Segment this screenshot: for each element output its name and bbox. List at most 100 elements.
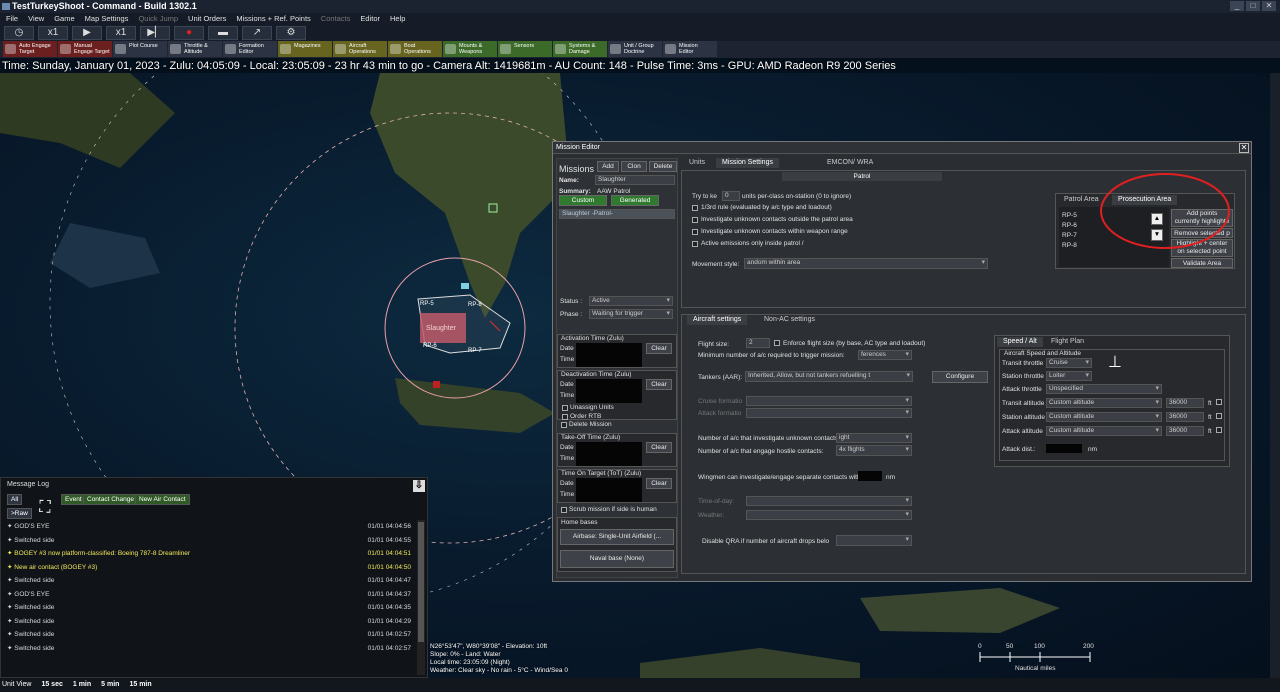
rp-list-item[interactable]: RP-7 <box>1062 232 1077 239</box>
order-rtb-checkbox[interactable] <box>562 414 568 420</box>
command-button-0[interactable]: Auto Engage Target <box>3 41 57 57</box>
rp-list-item[interactable]: RP-8 <box>1062 242 1077 249</box>
filter-new-air-contact-button[interactable]: New Air Contact <box>135 494 190 505</box>
command-button-4[interactable]: Formation Editor <box>223 41 277 57</box>
mission-list-item[interactable]: Slaughter -Patrol- <box>559 209 675 219</box>
tab-mission-settings[interactable]: Mission Settings <box>716 158 779 168</box>
menu-file[interactable]: File <box>6 13 18 25</box>
investigate-weapon-range-checkbox[interactable] <box>692 229 698 235</box>
configure-button[interactable]: Configure <box>932 371 988 383</box>
unit-view-label[interactable]: Unit View <box>2 678 31 692</box>
custom-button[interactable]: Custom <box>559 195 607 206</box>
menu-editor[interactable]: Editor <box>360 13 380 25</box>
log-entry[interactable]: ✦ GOD'S EYE 01/01 04:04:56 <box>1 520 417 534</box>
attack-formation-select[interactable] <box>746 408 912 418</box>
delete-mission-button[interactable]: Delete <box>649 161 677 172</box>
tab-non-ac-settings[interactable]: Non-AC settings <box>758 315 821 325</box>
tab-speed-alt[interactable]: Speed / Alt <box>997 337 1043 347</box>
clear-deactivation-button[interactable]: Clear <box>646 379 672 390</box>
close-icon[interactable]: ✕ <box>1239 143 1249 153</box>
play-icon[interactable]: ▶ <box>72 26 102 40</box>
transit-altitude-input[interactable]: 36000 <box>1166 398 1204 408</box>
movement-style-select[interactable]: andom within area <box>744 258 988 269</box>
log-entry[interactable]: ✦ GOD'S EYE 01/01 04:04:37 <box>1 588 417 602</box>
delete-mission-checkbox[interactable] <box>561 422 567 428</box>
log-entry[interactable]: ✦ BOGEY #3 now platform-classified: Boei… <box>1 547 417 561</box>
command-button-2[interactable]: Plot Course <box>113 41 167 57</box>
menu-map-settings[interactable]: Map Settings <box>85 13 129 25</box>
investigate-count-select[interactable]: ight <box>836 433 912 443</box>
message-log-scrollbar[interactable] <box>417 520 425 675</box>
tab-flight-plan[interactable]: Flight Plan <box>1045 337 1090 347</box>
filter-all-button[interactable]: All <box>7 494 23 505</box>
menu-unit-orders[interactable]: Unit Orders <box>188 13 226 25</box>
log-entry[interactable]: ✦ Switched side 01/01 04:04:29 <box>1 615 417 629</box>
add-mission-button[interactable]: Add <box>597 161 619 172</box>
investigate-outside-checkbox[interactable] <box>692 217 698 223</box>
clear-activation-button[interactable]: Clear <box>646 343 672 354</box>
units-on-station-input[interactable]: 0 <box>722 191 740 201</box>
active-emissions-checkbox[interactable] <box>692 241 698 247</box>
unassign-checkbox[interactable] <box>562 405 568 411</box>
min-ac-select[interactable]: ferences <box>858 350 912 360</box>
close-icon[interactable]: ✕ <box>1262 1 1276 11</box>
tankers-select[interactable]: Inherited, Allow, but not tankers refuel… <box>745 371 913 382</box>
station-throttle-select[interactable]: Loiter <box>1046 371 1092 381</box>
transit-alt-checkbox[interactable] <box>1216 399 1222 405</box>
maximize-icon[interactable]: □ <box>1246 1 1260 11</box>
aircraft-marker-icon[interactable] <box>461 283 469 289</box>
rp-list-item[interactable]: RP-6 <box>1062 222 1077 229</box>
command-button-6[interactable]: Aircraft Operations <box>333 41 387 57</box>
step-15min[interactable]: 15 min <box>129 678 151 692</box>
menu-contacts[interactable]: Contacts <box>321 13 351 25</box>
attack-alt-checkbox[interactable] <box>1216 427 1222 433</box>
menu-missions[interactable]: Missions + Ref. Points <box>236 13 310 25</box>
phase-select[interactable]: Waiting for trigger <box>589 309 673 319</box>
engage-count-select[interactable]: 4x flights <box>836 445 912 456</box>
attack-altitude-input[interactable]: 36000 <box>1166 426 1204 436</box>
validate-area-button[interactable]: Validate Area <box>1171 258 1233 268</box>
download-icon[interactable]: ⇩ <box>413 480 425 492</box>
station-alt-checkbox[interactable] <box>1216 413 1222 419</box>
transit-altitude-select[interactable]: Custom altitude <box>1046 398 1162 408</box>
tab-emcon[interactable]: EMCON/ WRA <box>821 158 879 168</box>
expand-icon[interactable]: ⛶ <box>33 498 57 518</box>
attack-dist-input[interactable] <box>1046 444 1082 453</box>
minimize-icon[interactable]: _ <box>1230 1 1244 11</box>
airbase-marker-icon[interactable] <box>433 381 440 388</box>
raw-button[interactable]: >Raw <box>7 508 32 519</box>
settings-gear-icon[interactable]: ⚙ <box>276 26 306 40</box>
one-third-rule-checkbox[interactable] <box>692 205 698 211</box>
menu-help[interactable]: Help <box>390 13 405 25</box>
enforce-flight-size-checkbox[interactable] <box>774 340 780 346</box>
status-select[interactable]: Active <box>589 296 673 306</box>
flight-size-input[interactable]: 2 <box>746 338 770 348</box>
command-button-10[interactable]: Systems & Damage <box>553 41 607 57</box>
tot-datetime-input[interactable] <box>576 478 642 502</box>
step-5min[interactable]: 5 min <box>101 678 119 692</box>
tab-aircraft-settings[interactable]: Aircraft settings <box>687 315 748 325</box>
log-entry[interactable]: ✦ Switched side 01/01 04:02:57 <box>1 628 417 642</box>
airbase-button[interactable]: Airbase: Single-Unit Airfield (... <box>560 529 674 545</box>
command-button-1[interactable]: Manual Engage Target <box>58 41 112 57</box>
vehicle-icon[interactable]: ▬ <box>208 26 238 40</box>
cruise-formation-select[interactable] <box>746 396 912 406</box>
step-15sec[interactable]: 15 sec <box>41 678 62 692</box>
menu-view[interactable]: View <box>28 13 44 25</box>
command-button-8[interactable]: Mounts & Weapons <box>443 41 497 57</box>
qra-select[interactable] <box>836 535 912 546</box>
log-entry[interactable]: ✦ Switched side 01/01 04:04:55 <box>1 534 417 548</box>
activation-datetime-input[interactable] <box>576 343 642 367</box>
log-entry[interactable]: ✦ Switched side 01/01 04:04:47 <box>1 574 417 588</box>
arrow-icon[interactable]: ↗ <box>242 26 272 40</box>
menu-quick-jump[interactable]: Quick Jump <box>138 13 178 25</box>
command-button-7[interactable]: Boat Operations <box>388 41 442 57</box>
station-altitude-select[interactable]: Custom altitude <box>1046 412 1162 422</box>
command-button-3[interactable]: Throttle & Altitude <box>168 41 222 57</box>
step-forward-icon[interactable]: ▶▏ <box>140 26 170 40</box>
log-entry[interactable]: ✦ New air contact (BOGEY #3) 01/01 04:04:… <box>1 561 417 575</box>
command-button-11[interactable]: Unit / Group Doctrine <box>608 41 662 57</box>
weather-select[interactable] <box>746 510 912 520</box>
time-of-day-select[interactable] <box>746 496 912 506</box>
command-button-12[interactable]: Mission Editor <box>663 41 717 57</box>
